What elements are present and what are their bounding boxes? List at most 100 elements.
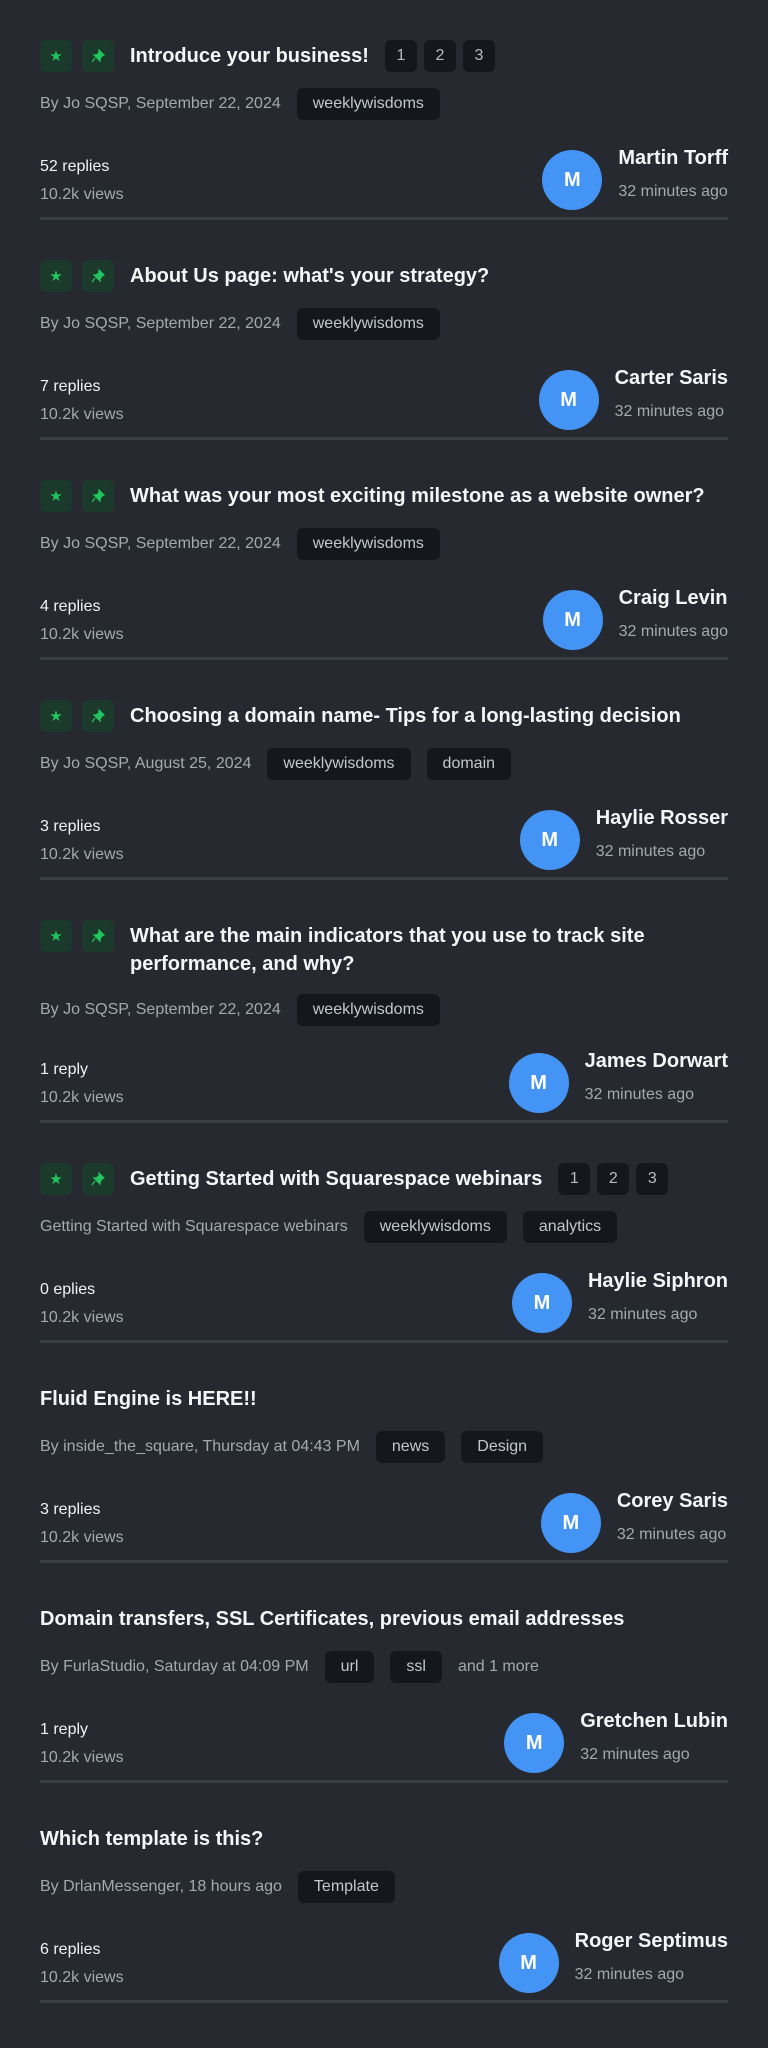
timestamp: 32 minutes ago (614, 403, 724, 420)
tag[interactable]: analytics (522, 1211, 618, 1243)
title-row: Which template is this? (40, 1823, 728, 1855)
topic-title[interactable]: Getting Started with Squarespace webinar… (130, 1163, 542, 1193)
avatar[interactable]: M (504, 1713, 565, 1773)
byline: By DrlanMessenger, 18 hours ago (40, 1878, 282, 1895)
last-poster[interactable]: M Craig Levin 32 minutes ago (542, 587, 728, 650)
topic-title[interactable]: Which template is this? (40, 1823, 263, 1853)
topic-title[interactable]: What was your most exciting milestone as… (130, 480, 705, 510)
timestamp: 32 minutes ago (595, 843, 706, 860)
last-poster[interactable]: M Corey Saris 32 minutes ago (540, 1490, 728, 1553)
view-count: 10.2k views (40, 1089, 124, 1106)
tag[interactable]: weeklywisdoms (296, 994, 440, 1026)
topic-title[interactable]: Domain transfers, SSL Certificates, prev… (40, 1603, 624, 1633)
last-poster[interactable]: M Carter Saris 32 minutes ago (538, 367, 728, 430)
page-link[interactable]: 1 (558, 1163, 591, 1195)
user-name[interactable]: Gretchen Lubin (580, 1707, 728, 1735)
user-name[interactable]: James Dorwart (585, 1047, 728, 1075)
topic-meta: By Jo SQSP, September 22, 2024 weeklywisd… (40, 308, 728, 340)
topic-meta: By DrlanMessenger, 18 hours ago Template (40, 1871, 728, 1903)
pin-icon (82, 480, 114, 512)
tag[interactable]: domain (426, 748, 512, 780)
topic-item: ★ What was your most exciting milestone a… (40, 440, 728, 660)
reply-count: 1 reply (40, 1721, 89, 1738)
timestamp: 32 minutes ago (580, 1746, 690, 1763)
avatar[interactable]: M (498, 1933, 559, 1993)
page-link[interactable]: 2 (423, 40, 456, 72)
tag[interactable]: weeklywisdoms (296, 308, 440, 340)
tag[interactable]: weeklywisdoms (296, 88, 440, 120)
star-icon: ★ (40, 40, 72, 72)
topic-title[interactable]: Introduce your business! (130, 40, 369, 70)
view-count: 10.2k views (40, 1529, 124, 1546)
topic-stats: 7 replies 10.2k views (40, 373, 124, 429)
topic-stats: 3 replies 10.2k views (40, 813, 124, 869)
view-count: 10.2k views (40, 406, 124, 423)
avatar[interactable]: M (540, 1493, 601, 1553)
topic-title[interactable]: Choosing a domain name- Tips for a long-… (130, 700, 681, 730)
tag[interactable]: Template (297, 1871, 395, 1903)
more-tags[interactable]: and 1 more (458, 1658, 539, 1676)
user-name[interactable]: Haylie Siphron (588, 1267, 728, 1295)
page-link[interactable]: 3 (462, 40, 495, 72)
last-poster[interactable]: M James Dorwart 32 minutes ago (508, 1050, 728, 1113)
pin-icon (82, 1163, 114, 1195)
topic-title[interactable]: What are the main indicators that you us… (130, 920, 728, 978)
topic-meta: By Jo SQSP, September 22, 2024 weeklywisd… (40, 994, 728, 1026)
avatar[interactable]: M (542, 150, 603, 210)
topic-stats: 1 reply 10.2k views (40, 1056, 124, 1112)
avatar[interactable]: M (538, 370, 599, 430)
last-poster[interactable]: M Haylie Siphron 32 minutes ago (511, 1270, 728, 1333)
last-poster[interactable]: M Gretchen Lubin 32 minutes ago (504, 1710, 728, 1773)
title-row: ★ Introduce your business! 1 2 3 (40, 40, 728, 72)
topic-item: ★ About Us page: what's your strategy? By … (40, 220, 728, 440)
avatar[interactable]: M (511, 1273, 572, 1333)
avatar[interactable]: M (508, 1053, 569, 1113)
byline: By Jo SQSP, September 22, 2024 (40, 1001, 281, 1018)
last-poster[interactable]: M Haylie Rosser 32 minutes ago (519, 807, 728, 870)
page-link[interactable]: 2 (597, 1163, 630, 1195)
title-row: ★ Getting Started with Squarespace webina… (40, 1163, 728, 1195)
topic-list: ★ Introduce your business! 1 2 3 By Jo SQSP, … (0, 0, 768, 2003)
user-name[interactable]: Haylie Rosser (596, 804, 728, 832)
tag[interactable]: url (324, 1651, 375, 1683)
avatar[interactable]: M (542, 590, 603, 650)
topic-item: Domain transfers, SSL Certificates, prev… (40, 1563, 728, 1783)
star-icon: ★ (40, 480, 72, 512)
user-name[interactable]: Corey Saris (617, 1487, 728, 1515)
last-poster[interactable]: M Martin Torff 32 minutes ago (542, 147, 728, 210)
topic-item: Fluid Engine is HERE!! By inside_the_squa… (40, 1343, 728, 1563)
view-count: 10.2k views (40, 1309, 124, 1326)
timestamp: 32 minutes ago (616, 1526, 727, 1543)
reply-count: 6 replies (40, 1941, 101, 1958)
byline: Getting Started with Squarespace webinar… (40, 1218, 348, 1235)
topic-stats: 4 replies 10.2k views (40, 593, 124, 649)
view-count: 10.2k views (40, 846, 124, 863)
reply-count: 3 replies (40, 818, 101, 835)
topic-meta: By Jo SQSP, September 22, 2024 weeklywisd… (40, 88, 728, 120)
topic-item: ★ Introduce your business! 1 2 3 By Jo SQSP, … (40, 0, 728, 220)
timestamp: 32 minutes ago (618, 183, 728, 200)
tag[interactable]: weeklywisdoms (363, 1211, 507, 1243)
user-name[interactable]: Carter Saris (615, 364, 728, 392)
tag[interactable]: weeklywisdoms (267, 748, 411, 780)
timestamp: 32 minutes ago (587, 1306, 698, 1323)
tag[interactable]: ssl (390, 1651, 442, 1683)
tag[interactable]: news (375, 1431, 446, 1463)
title-row: ★ What are the main indicators that you u… (40, 920, 728, 978)
topic-title[interactable]: Fluid Engine is HERE!! (40, 1383, 257, 1413)
pin-icon (82, 700, 114, 732)
user-name[interactable]: Martin Torff (618, 144, 728, 172)
tag[interactable]: Design (461, 1431, 544, 1463)
user-name[interactable]: Roger Septimus (575, 1927, 728, 1955)
byline: By Jo SQSP, September 22, 2024 (40, 95, 281, 112)
topic-item: Which template is this? By DrlanMessenger… (40, 1783, 728, 2003)
page-link[interactable]: 1 (384, 40, 417, 72)
last-poster[interactable]: M Roger Septimus 32 minutes ago (498, 1930, 728, 1993)
star-icon: ★ (40, 260, 72, 292)
tag[interactable]: weeklywisdoms (296, 528, 440, 560)
topic-meta: By inside_the_square, Thursday at 04:43 … (40, 1431, 728, 1463)
topic-title[interactable]: About Us page: what's your strategy? (130, 260, 489, 290)
user-name[interactable]: Craig Levin (619, 584, 728, 612)
avatar[interactable]: M (519, 810, 580, 870)
page-link[interactable]: 3 (636, 1163, 669, 1195)
